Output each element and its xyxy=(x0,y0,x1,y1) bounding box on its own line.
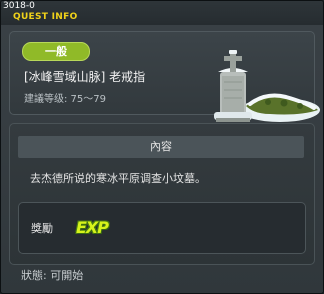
title-bar[interactable]: 3018-0 QUEST INFO xyxy=(1,1,323,25)
exp-reward-icon: EXP xyxy=(76,218,109,237)
recommended-level: 建議等级: 75～79 xyxy=(24,94,106,105)
reward-label: 獎勵 xyxy=(31,222,53,235)
quest-summary-card: 一般 [冰峰雪域山脉] 老戒指 建議等级: 75～79 xyxy=(9,31,320,122)
category-badge: 一般 xyxy=(22,42,90,61)
content-header: 內容 xyxy=(18,136,304,158)
quest-status: 狀態: 可開始 xyxy=(21,269,84,282)
quest-info-window: 3018-0 QUEST INFO 一般 [冰峰雪域山脉] 老戒指 建議等级: … xyxy=(0,0,324,294)
quest-name: [冰峰雪域山脉] 老戒指 xyxy=(24,70,146,84)
window-title: QUEST INFO xyxy=(13,12,78,22)
snow-covered-tombstone-icon xyxy=(214,50,320,122)
quest-content-panel: 內容 去杰德所说的寒冰平原调查小坟墓。 獎勵 EXP xyxy=(9,123,315,265)
quest-description: 去杰德所说的寒冰平原调查小坟墓。 xyxy=(30,172,206,185)
quest-id: 3018-0 xyxy=(3,1,35,11)
reward-box: 獎勵 EXP xyxy=(18,202,306,254)
